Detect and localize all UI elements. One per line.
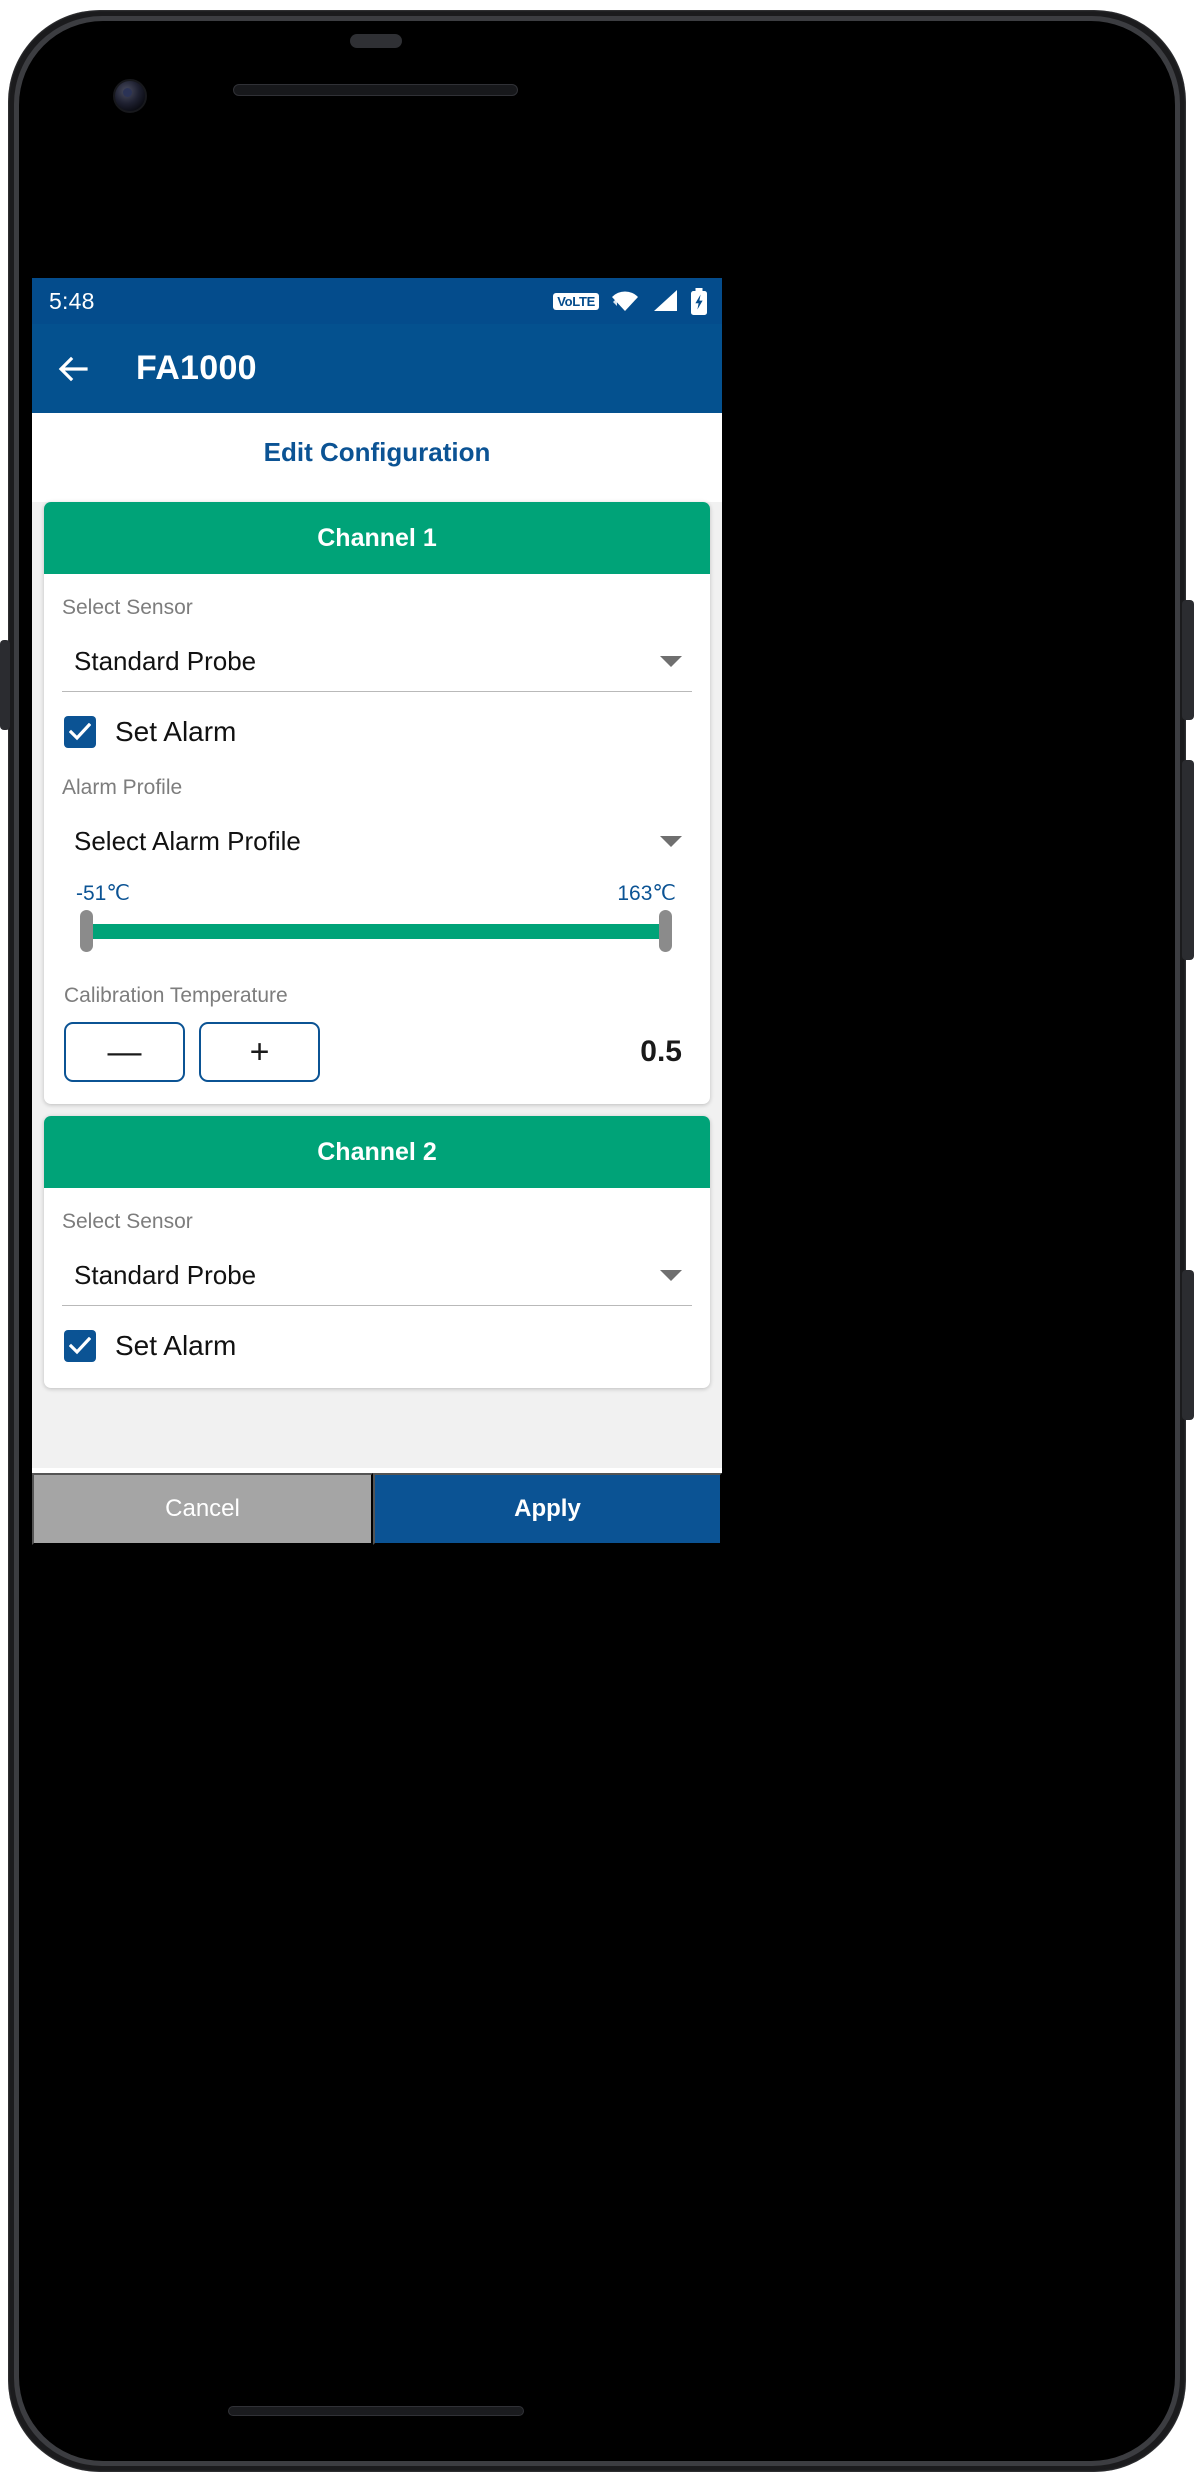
channel-2-header: Channel 2 (44, 1116, 710, 1188)
set-alarm-checkbox[interactable] (64, 1330, 96, 1362)
slider-min-label: -51℃ (76, 882, 130, 905)
battery-charging-icon (691, 287, 707, 315)
app-bar: FA1000 (32, 324, 722, 413)
status-time: 5:48 (49, 287, 95, 314)
front-camera-icon (113, 79, 147, 113)
chevron-down-icon (660, 656, 682, 667)
status-bar: 5:48 VoLTE (32, 278, 722, 324)
channel-2-body: Select Sensor Standard Probe Set Alarm (44, 1188, 710, 1388)
slider-max-label: 163℃ (617, 882, 676, 905)
phone-screen: 5:48 VoLTE FA1000 Edit Configuration Cha… (32, 172, 722, 2384)
slider-captions: -51℃ 163℃ (74, 877, 680, 908)
left-side-button[interactable] (0, 640, 10, 730)
channel-card: Channel 2 Select Sensor Standard Probe S… (44, 1116, 710, 1388)
action-bar: Cancel Apply (32, 1473, 722, 1545)
channel-1-body: Select Sensor Standard Probe Set Alarm A… (44, 574, 710, 1104)
set-alarm-row[interactable]: Set Alarm (62, 1306, 692, 1368)
sensor-label: Select Sensor (62, 1210, 193, 1233)
slider-track-row[interactable] (74, 908, 680, 954)
content-area: Edit Configuration Channel 1 Select Sens… (32, 413, 722, 1473)
phone-mockup: 5:48 VoLTE FA1000 Edit Configuration Cha… (0, 0, 1194, 2480)
earpiece-grille (233, 84, 518, 96)
top-speaker-slot (350, 34, 402, 48)
wifi-icon (612, 291, 638, 311)
chevron-down-icon (660, 836, 682, 847)
set-alarm-checkbox[interactable] (64, 716, 96, 748)
calibration-label: Calibration Temperature (64, 984, 288, 1007)
channel-card: Channel 1 Select Sensor Standard Probe S… (44, 502, 710, 1104)
slider-track (86, 923, 666, 939)
app-bar-title: FA1000 (136, 349, 257, 387)
side-button-lower[interactable] (1182, 1270, 1194, 1420)
volume-button[interactable] (1182, 760, 1194, 960)
check-icon (69, 1337, 91, 1355)
calibration-increment-button[interactable]: + (199, 1022, 320, 1082)
bottom-speaker-grille (228, 2406, 524, 2416)
back-arrow-icon[interactable] (54, 349, 94, 389)
chevron-down-icon (660, 1270, 682, 1281)
slider-thumb-min[interactable] (80, 910, 93, 952)
configuration-scroll-area[interactable]: Channel 1 Select Sensor Standard Probe S… (32, 502, 722, 1468)
set-alarm-label: Set Alarm (115, 1330, 237, 1361)
calibration-value: 0.5 (640, 1035, 682, 1068)
channel-1-header: Channel 1 (44, 502, 710, 574)
temperature-range-slider[interactable]: -51℃ 163℃ (62, 871, 692, 954)
alarm-profile-dropdown[interactable]: Select Alarm Profile (62, 800, 692, 871)
volte-icon: VoLTE (553, 292, 599, 310)
status-icon-group: VoLTE (553, 287, 708, 315)
calibration-row: — + 0.5 (62, 1008, 692, 1084)
power-button[interactable] (1182, 600, 1194, 720)
cancel-button[interactable]: Cancel (32, 1473, 373, 1545)
page-title: Edit Configuration (32, 413, 722, 490)
sensor-dropdown[interactable]: Standard Probe (62, 620, 692, 692)
sensor-dropdown[interactable]: Standard Probe (62, 1234, 692, 1306)
sensor-label: Select Sensor (62, 596, 193, 619)
sensor-dropdown-value: Standard Probe (74, 646, 257, 676)
apply-button[interactable]: Apply (373, 1473, 722, 1545)
calibration-decrement-button[interactable]: — (64, 1022, 185, 1082)
set-alarm-row[interactable]: Set Alarm (62, 692, 692, 754)
sensor-dropdown-value: Standard Probe (74, 1260, 257, 1290)
alarm-profile-dropdown-value: Select Alarm Profile (74, 826, 301, 856)
signal-icon (654, 290, 677, 311)
alarm-profile-label: Alarm Profile (62, 776, 183, 799)
slider-thumb-max[interactable] (659, 910, 672, 952)
check-icon (69, 723, 91, 741)
set-alarm-label: Set Alarm (115, 716, 237, 747)
